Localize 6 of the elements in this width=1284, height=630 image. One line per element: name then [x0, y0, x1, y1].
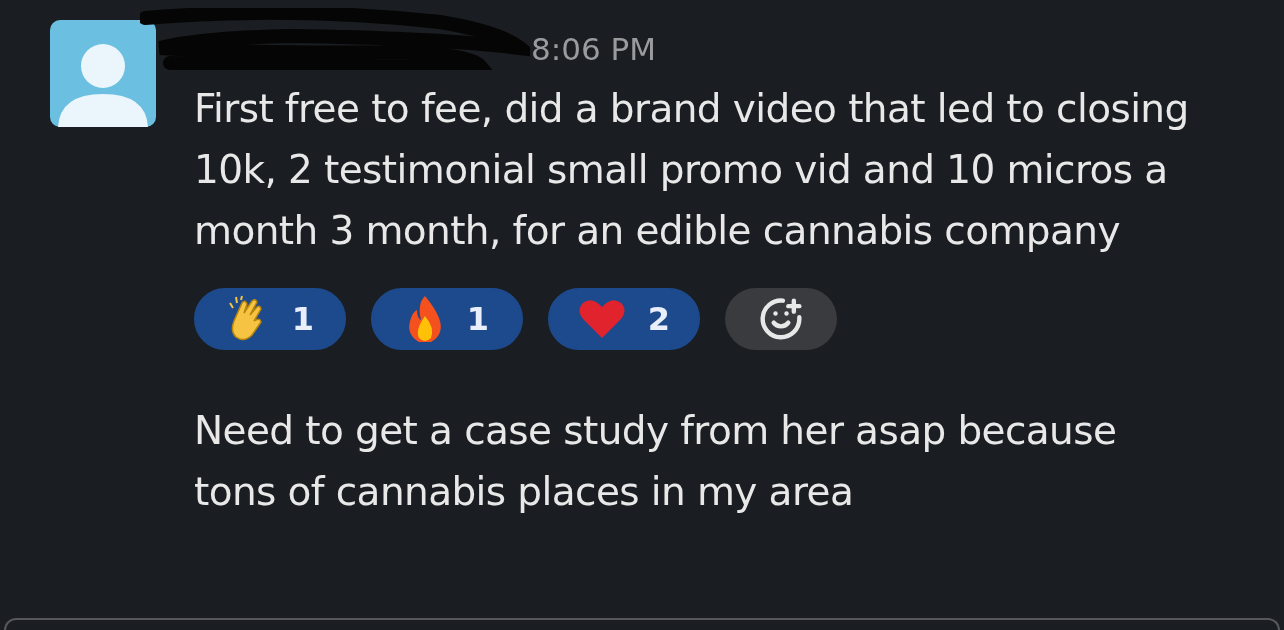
reaction-button[interactable]: 1: [371, 288, 523, 350]
message-text: Need to get a case study from her asap because tons of cannabis places in my area: [194, 407, 1118, 516]
timestamp: 8:06 PM: [531, 30, 657, 69]
message-text: First free to fee, did a brand video that led to closing 10k, 2 testimonial small promo vid and 10 micros a month 3 month, for an edible cannabis company: [194, 85, 1190, 255]
reaction-button[interactable]: 1: [194, 288, 346, 350]
reaction-button[interactable]: 2: [548, 288, 700, 350]
